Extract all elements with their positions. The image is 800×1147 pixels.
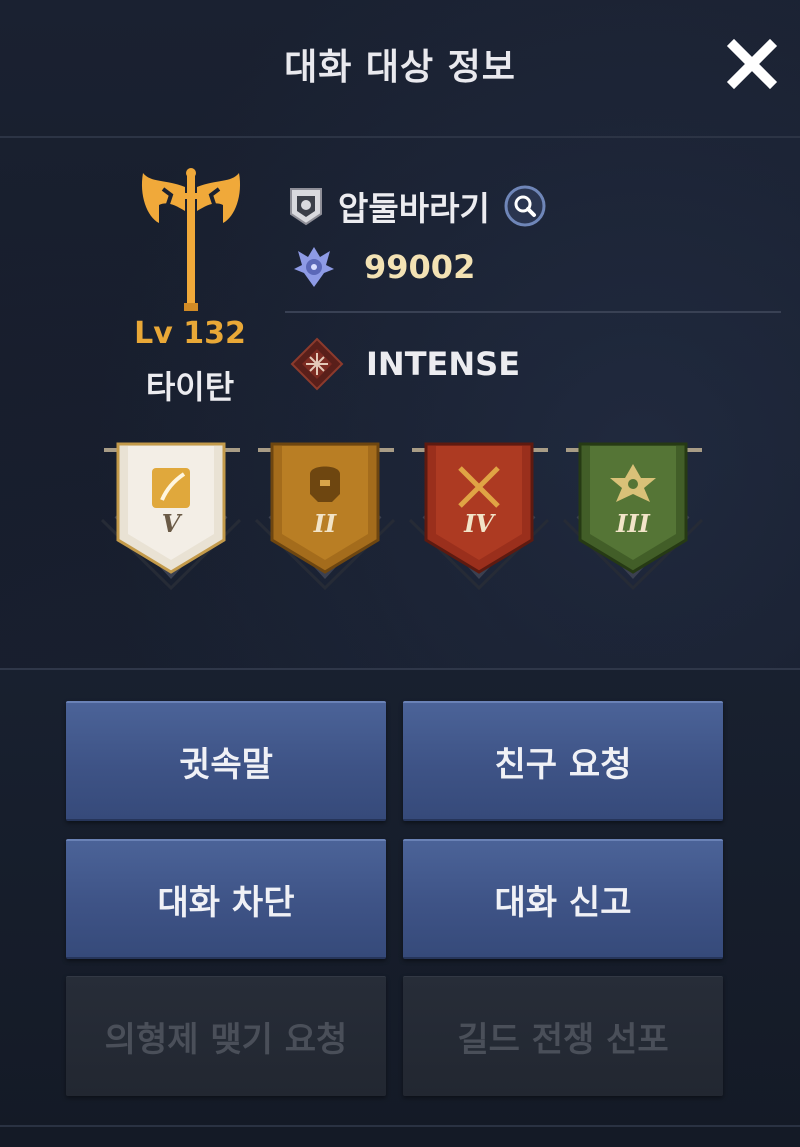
dialog-header: 대화 대상 정보: [0, 0, 800, 138]
crossed-swords-icon: IV: [408, 442, 550, 591]
guild-war-declare-button[interactable]: 길드 전쟁 선포: [403, 976, 723, 1096]
profile-title-row: INTENSE: [290, 336, 520, 392]
banner-rank-label: V: [162, 509, 183, 538]
feather-icon: V: [100, 442, 242, 591]
banner-rank-iii: III: [558, 436, 708, 596]
horned-helm-icon: [294, 247, 334, 287]
close-icon: [726, 38, 778, 90]
banner-rank-v: V: [96, 436, 246, 596]
helmet-icon: II: [254, 442, 396, 591]
guild-emblem-icon: [290, 188, 322, 226]
profile-score: 99002: [364, 248, 476, 286]
axe-icon: [141, 168, 241, 311]
diamond-emblem-icon: [290, 337, 344, 391]
banner-rank-label: II: [313, 509, 337, 538]
report-chat-button[interactable]: 대화 신고: [403, 839, 723, 959]
profile-score-row: 99002: [290, 242, 475, 292]
leaf-emblem-icon: III: [562, 442, 704, 591]
character-class: 타이탄: [145, 368, 235, 406]
profile-name-row: 압둘바라기: [288, 182, 546, 230]
banner-rank-label: IV: [463, 509, 496, 538]
profile-name: 압둘바라기: [338, 189, 490, 228]
profile-title: INTENSE: [366, 345, 521, 383]
profile-divider: [285, 311, 781, 313]
bottom-divider: [0, 1125, 800, 1127]
search-button[interactable]: [504, 185, 546, 227]
search-icon: [504, 185, 546, 227]
sworn-brother-request-button[interactable]: 의형제 맺기 요청: [66, 976, 386, 1096]
dialog-panel: 대화 대상 정보 Lv 132 타이탄 압둘바라기 99002 INTENSE …: [0, 0, 800, 1147]
close-button[interactable]: [726, 38, 778, 90]
banner-rank-ii: II: [250, 436, 400, 596]
banner-rank-iv: IV: [404, 436, 554, 596]
block-chat-button[interactable]: 대화 차단: [66, 839, 386, 959]
banner-rank-label: III: [615, 509, 650, 538]
whisper-button[interactable]: 귓속말: [66, 701, 386, 821]
friend-request-button[interactable]: 친구 요청: [403, 701, 723, 821]
dialog-title: 대화 대상 정보: [284, 47, 516, 88]
character-level: Lv 132: [134, 316, 246, 351]
